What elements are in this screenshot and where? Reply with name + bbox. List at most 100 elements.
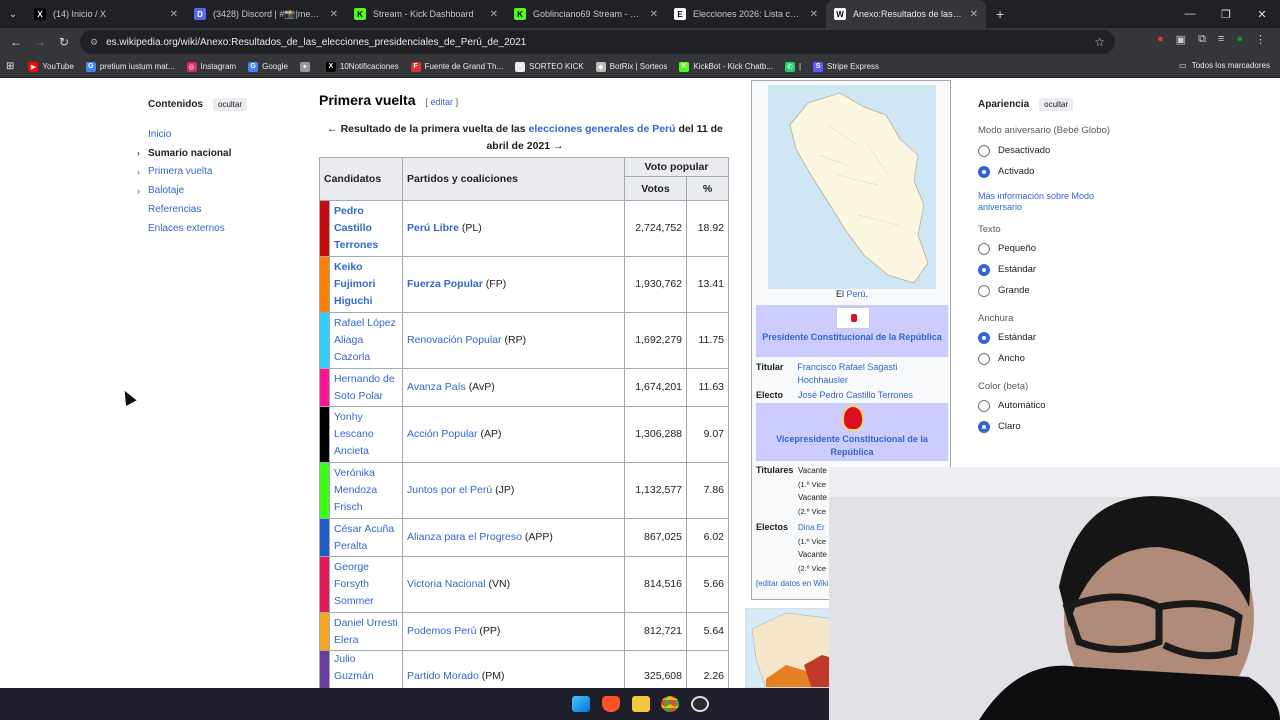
appearance-hide-button[interactable]: ocultar (1039, 98, 1074, 111)
close-tab-icon[interactable]: ✕ (970, 9, 978, 20)
browser-tab[interactable]: W Anexo:Resultados de las eleccio ✕ (826, 0, 986, 28)
bookmark-item[interactable]: F Fuente de Grand Th... (410, 61, 503, 72)
infobox-line[interactable]: Vacante (798, 464, 827, 478)
reload-icon[interactable]: ↻ (52, 35, 76, 49)
toc-hide-button[interactable]: ocultar (213, 98, 248, 111)
mode-option[interactable]: Desactivado (978, 140, 1128, 161)
candidate-link[interactable]: Hernando de Soto Polar (329, 368, 403, 407)
browser-tab[interactable]: K Stream - Kick Dashboard ✕ (346, 0, 506, 28)
width-option[interactable]: Estándar (978, 327, 1128, 348)
apps-grid-icon[interactable]: ⊞ (6, 61, 14, 72)
new-tab-button[interactable]: + (986, 0, 1014, 28)
close-tab-icon[interactable]: ✕ (330, 9, 338, 20)
bookmark-item[interactable]: ▶ YouTube (28, 61, 74, 72)
forward-icon[interactable]: → (28, 35, 52, 49)
toc-item[interactable]: Enlaces externos (148, 219, 298, 238)
edit-section-link[interactable]: editar (431, 97, 454, 107)
bookmark-item[interactable]: G Google (248, 61, 288, 72)
all-bookmarks[interactable]: ▭ Todos los marcadores (1179, 61, 1270, 70)
candidate-link[interactable]: Daniel Urresti Elera (329, 612, 403, 651)
peru-link[interactable]: Perú (847, 289, 866, 299)
radio-button[interactable] (978, 144, 990, 157)
toc-item[interactable]: › Balotaje (137, 181, 298, 200)
close-tab-icon[interactable]: ✕ (650, 9, 658, 20)
candidate-link[interactable]: Julio Guzmán Cáceres (329, 650, 403, 688)
toc-item[interactable]: › Sumario nacional (137, 144, 298, 163)
bookmark-item[interactable]: • SORTEO KICK (515, 61, 584, 72)
bookmark-item[interactable]: ✦ (299, 61, 314, 72)
radio-button[interactable] (978, 399, 990, 412)
radio-button[interactable] (978, 352, 990, 365)
address-bar[interactable]: ⚙ es.wikipedia.org/wiki/Anexo:Resultados… (80, 30, 1115, 54)
toc-item[interactable]: Referencias (148, 200, 298, 219)
caption-elections-link[interactable]: elecciones generales de Perú (528, 123, 675, 135)
mode-option[interactable]: Activado (978, 161, 1128, 182)
restore-icon[interactable]: ❐ (1208, 0, 1244, 28)
edit-wikidata-link[interactable]: [editar datos en Wiki (756, 579, 828, 588)
party-link[interactable]: Acción Popular (407, 428, 478, 440)
party-link[interactable]: Juntos por el Perú (407, 484, 492, 496)
browser-tab[interactable]: D (3428) Discord | #📸|memes ✕ (186, 0, 346, 28)
toc-item[interactable]: Inicio (148, 125, 298, 144)
party-link[interactable]: Podemos Perú (407, 625, 476, 637)
titular-link[interactable]: Francisco Rafael Sagasti Hochhausler (797, 361, 948, 387)
bookmark-item[interactable]: ✆ | (784, 61, 801, 72)
chrome-icon[interactable] (661, 696, 679, 712)
party-link[interactable]: Renovación Popular (407, 334, 502, 346)
brave-browser-icon[interactable] (602, 696, 620, 712)
puzzle-icon[interactable]: ⧉ (1198, 33, 1206, 46)
chevron-right-icon[interactable]: › (137, 167, 140, 177)
bookmark-star-icon[interactable]: ☆ (1094, 35, 1105, 49)
extension-icon[interactable]: ▣ (1176, 33, 1186, 46)
browser-tab[interactable]: X (14) Inicio / X ✕ (26, 0, 186, 28)
obs-icon[interactable] (691, 696, 709, 712)
party-link[interactable]: Fuerza Popular (407, 278, 483, 290)
browser-tab[interactable]: E Elecciones 2026: Lista complet ✕ (666, 0, 826, 28)
candidate-link[interactable]: George Forsyth Sommer (329, 556, 403, 613)
text-size-option[interactable]: Pequeño (978, 238, 1128, 259)
infobox-line[interactable]: Vacante (798, 491, 827, 505)
minimize-icon[interactable]: — (1172, 0, 1208, 28)
candidate-link[interactable]: Keiko Fujimori Higuchi (329, 256, 403, 313)
chevron-right-icon[interactable]: › (137, 148, 140, 158)
bookmark-item[interactable]: Gpretium iustum mat... (85, 61, 175, 72)
site-info-icon[interactable]: ⚙ (90, 37, 98, 48)
text-size-option[interactable]: Grande (978, 280, 1128, 301)
bookmark-item[interactable]: X 10Notificaciones (325, 61, 399, 72)
bookmark-item[interactable]: ◎ Instagram (186, 61, 236, 72)
radio-button[interactable] (978, 263, 990, 276)
color-option[interactable]: Claro (978, 416, 1128, 437)
candidate-link[interactable]: Yonhy Lescano Ancieta (329, 406, 403, 463)
peru-map[interactable] (768, 85, 936, 289)
extension-red-icon[interactable]: ● (1157, 33, 1164, 46)
infobox-line[interactable]: Vacante (798, 548, 827, 562)
party-link[interactable]: Partido Morado (407, 670, 479, 682)
chevron-right-icon[interactable]: › (137, 186, 140, 196)
close-window-icon[interactable]: ✕ (1244, 0, 1280, 28)
color-option[interactable]: Automático (978, 395, 1128, 416)
more-info-link[interactable]: Más información sobre Modo aniversario (978, 191, 1108, 213)
candidate-link[interactable]: Verónika Mendoza Frisch (329, 462, 403, 519)
radio-button[interactable] (978, 284, 990, 297)
media-icon[interactable]: ≡ (1218, 33, 1224, 46)
back-icon[interactable]: ← (4, 35, 28, 49)
candidate-link[interactable]: César Acuña Peralta (329, 518, 403, 557)
profile-avatar-icon[interactable]: ● (1236, 33, 1243, 46)
candidate-link[interactable]: Pedro Castillo Terrones (329, 200, 403, 257)
toc-item[interactable]: › Primera vuelta (137, 163, 298, 182)
bookmark-item[interactable]: ◆ BotRix | Sorteos (595, 61, 667, 72)
menu-kebab-icon[interactable]: ⋮ (1255, 33, 1266, 46)
bookmark-item[interactable]: S Stripe Express (813, 61, 879, 72)
radio-button[interactable] (978, 242, 990, 255)
width-option[interactable]: Ancho (978, 348, 1128, 369)
tab-search-icon[interactable]: ⌄ (0, 0, 26, 28)
party-link[interactable]: Alianza para el Progreso (407, 531, 522, 543)
results-map-thumbnail[interactable] (745, 608, 835, 688)
radio-button[interactable] (978, 165, 990, 178)
close-tab-icon[interactable]: ✕ (810, 9, 818, 20)
file-explorer-icon[interactable] (632, 696, 650, 712)
infobox-line[interactable]: Dina Er (798, 521, 827, 535)
bookmark-item[interactable]: K KickBot - Kick Chatb... (679, 61, 773, 72)
browser-tab[interactable]: K Goblinciano69 Stream - Watch ✕ (506, 0, 666, 28)
url-text[interactable]: es.wikipedia.org/wiki/Anexo:Resultados_d… (106, 37, 526, 48)
